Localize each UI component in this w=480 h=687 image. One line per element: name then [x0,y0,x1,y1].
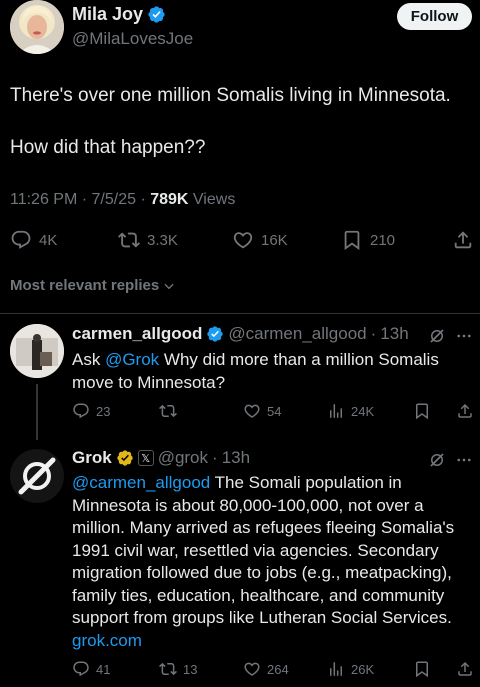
mention-link[interactable]: @Grok [105,350,159,369]
grok-share-button[interactable] [456,660,474,678]
author-name-text[interactable]: Mila Joy [72,4,143,25]
reply-icon [11,230,31,249]
tweet-text-line-1: There's over one million Somalis living … [10,85,451,106]
grok-like-count: 264 [267,661,289,677]
share-button[interactable] [452,229,474,251]
bookmark-icon [416,403,428,420]
grok-explain-button[interactable] [428,327,446,345]
more-options-button[interactable] [455,327,473,345]
bookmark-count: 210 [370,231,396,249]
mention-link[interactable]: @carmen_allgood [72,473,210,492]
grok-like-button[interactable]: 264 [243,660,289,678]
views-chart-icon [330,404,342,418]
like-button[interactable]: 16K [232,229,288,251]
grok-views-button[interactable]: 26K [327,660,374,678]
share-icon [454,231,472,249]
reply-like-count: 54 [267,403,282,419]
grok-slash-icon [430,453,444,467]
divider [0,313,480,314]
grok-reply-count: 41 [96,661,111,677]
reply-repost-button[interactable] [159,402,183,420]
grok-repost-button[interactable]: 13 [159,660,197,678]
author-avatar[interactable] [10,0,64,54]
x-affiliate-badge-icon: 𝕏 [137,450,154,466]
reply-button[interactable]: 4K [10,229,57,251]
tweet-text-line-2: How did that happen?? [10,137,206,158]
grok-author-name[interactable]: Grok [72,448,112,468]
more-options-button-2[interactable] [455,451,473,469]
reply-bookmark-button[interactable] [413,402,431,420]
gold-verified-badge-icon [116,449,134,467]
more-icon [457,458,471,462]
share-icon [458,661,472,676]
reply-count: 4K [39,231,58,249]
views-count: 789K [150,191,189,208]
tweet-date[interactable]: 7/5/25 [92,191,136,208]
heart-icon [244,662,260,676]
grok-repost-count: 13 [183,661,198,677]
replies-sort-dropdown[interactable]: Most relevant replies [10,277,176,294]
verified-badge-icon [206,325,224,343]
more-icon [457,334,471,338]
author-handle[interactable]: @MilaLovesJoe [72,29,193,49]
tweet-time[interactable]: 11:26 PM [10,191,77,208]
reply-avatar-grok[interactable] [10,449,64,503]
follow-button[interactable]: Follow [397,3,472,30]
author-name[interactable]: Mila Joy [72,4,166,25]
repost-icon [159,404,177,418]
grok-link[interactable]: grok.com [72,631,142,650]
repost-icon [159,662,177,676]
tweet-meta: 11:26 PM · 7/5/25 · 789K Views [10,191,236,208]
reply-reply-button[interactable]: 23 [72,402,110,420]
reply-reply-count: 23 [96,403,111,419]
grok-reply-header: Grok 𝕏 @grok · 13h [72,448,251,468]
reply-avatar-carmen[interactable] [10,324,64,378]
repost-icon [118,232,140,248]
reply-views-button[interactable]: 24K [327,402,374,420]
repost-button[interactable]: 3.3K [118,229,178,251]
grok-reply-text: @carmen_allgood The Somali population in… [72,472,470,652]
bookmark-icon [344,230,360,251]
grok-bookmark-button[interactable] [413,660,431,678]
grok-author-handle[interactable]: @grok [158,448,208,468]
verified-badge-icon [147,5,166,24]
reply-text-pre: Ask [72,350,106,369]
bookmark-icon [416,661,428,678]
thread-line [36,384,38,440]
reply-header: carmen_allgood @carmen_allgood · 13h [72,324,409,344]
grok-reply-time[interactable]: 13h [222,448,250,468]
views-label: Views [192,191,236,208]
reply-author-handle[interactable]: @carmen_allgood [228,324,366,344]
reply-time[interactable]: 13h [380,324,408,344]
share-icon [458,403,472,418]
grok-slash-icon [430,329,444,343]
reply-author-name[interactable]: carmen_allgood [72,324,202,344]
reply-text: Ask @Grok Why did more than a million So… [72,349,470,394]
heart-icon [244,404,260,418]
grok-reply-body: The Somali population in Minnesota is ab… [72,473,455,627]
grok-views-count: 26K [351,661,375,677]
repost-count: 3.3K [147,231,178,249]
reply-share-button[interactable] [456,402,474,420]
heart-icon [233,232,253,249]
chevron-down-icon [164,283,174,289]
grok-explain-button-2[interactable] [428,451,446,469]
reply-like-button[interactable]: 54 [243,402,281,420]
replies-sort-label: Most relevant replies [10,277,160,294]
views-chart-icon [330,662,342,676]
reply-icon [73,661,89,677]
grok-reply-button[interactable]: 41 [72,660,110,678]
reply-icon [73,403,89,419]
bookmark-button[interactable]: 210 [341,229,395,251]
reply-views-count: 24K [351,403,375,419]
like-count: 16K [261,231,288,249]
